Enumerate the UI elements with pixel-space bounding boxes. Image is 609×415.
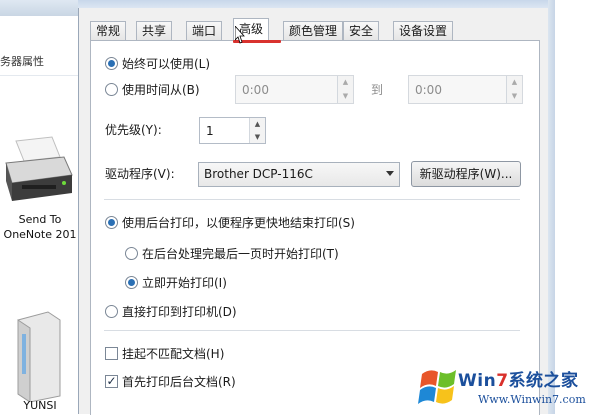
new-driver-button[interactable]: 新驱动程序(W)...: [411, 161, 521, 187]
start-after-last-page-radio[interactable]: [125, 247, 138, 260]
to-time-up-icon[interactable]: ▲: [507, 76, 522, 91]
background-breadcrumb: 务器属性: [0, 55, 44, 68]
priority-up-icon[interactable]: ▲: [250, 118, 265, 132]
print-direct-radio[interactable]: [105, 305, 118, 318]
always-available-option[interactable]: 始终可以使用(L): [105, 56, 210, 72]
start-after-last-page-label: 在后台处理完最后一页时开始打印(T): [142, 247, 339, 261]
watermark-brand: Win7系统之家: [458, 366, 579, 391]
to-time-field[interactable]: 0:00 ▲ ▼: [408, 75, 523, 104]
start-after-last-page-option[interactable]: 在后台处理完最后一页时开始打印(T): [125, 246, 339, 262]
watermark-brand-number: 7: [496, 371, 509, 391]
hold-mismatched-checkbox[interactable]: [105, 347, 118, 360]
hold-mismatched-label: 挂起不匹配文档(H): [122, 347, 225, 361]
to-time-text: 0:00: [415, 82, 442, 97]
background-titlebar: [0, 0, 78, 16]
always-available-radio[interactable]: [105, 57, 118, 70]
priority-down-icon[interactable]: ▼: [250, 130, 265, 143]
print-direct-label: 直接打印到打印机(D): [122, 305, 237, 319]
tab-device-settings[interactable]: 设备设置: [393, 21, 454, 40]
priority-label: 优先级(Y):: [105, 123, 162, 137]
available-from-radio[interactable]: [105, 83, 118, 96]
background-window: 务器属性 Send To OneNote 201 YUNSI: [0, 0, 78, 414]
checkmark-icon: ✓: [106, 374, 117, 388]
tab-general[interactable]: 常规: [90, 21, 127, 40]
dialog-frame-top: [78, 0, 554, 8]
from-time-text: 0:00: [242, 82, 269, 97]
mouse-cursor-icon: [235, 26, 245, 44]
priority-spinner[interactable]: 1 ▲ ▼: [199, 117, 266, 144]
from-time-field[interactable]: 0:00 ▲ ▼: [235, 75, 354, 104]
watermark-brand-prefix: Win: [458, 371, 497, 391]
spool-radio[interactable]: [105, 216, 118, 229]
print-spooled-first-checkbox[interactable]: ✓: [105, 374, 118, 388]
driver-selected-value: Brother DCP-116C: [204, 167, 313, 181]
hold-mismatched-option[interactable]: 挂起不匹配文档(H): [105, 346, 224, 362]
start-immediately-label: 立即开始打印(I): [142, 276, 227, 290]
from-time-spin-buttons: ▲ ▼: [337, 76, 353, 103]
from-time-up-icon[interactable]: ▲: [338, 76, 353, 91]
priority-value: 1: [206, 123, 214, 138]
available-from-label: 使用时间从(B): [122, 83, 200, 97]
spool-label: 使用后台打印，以便程序更快地结束打印(S): [122, 216, 355, 230]
section-divider: [104, 199, 520, 200]
watermark-url: Www.Winwin7.com: [478, 393, 586, 406]
device-label-send-to-onenote: Send To OneNote 201: [0, 212, 80, 242]
desktop-background: [555, 0, 609, 414]
section-divider-2: [104, 330, 520, 331]
start-immediately-radio[interactable]: [125, 276, 138, 289]
available-from-option[interactable]: 使用时间从(B): [105, 82, 200, 98]
tab-color-management[interactable]: 颜色管理: [283, 21, 344, 40]
printer-icon[interactable]: [2, 135, 74, 205]
from-time-down-icon[interactable]: ▼: [338, 89, 353, 103]
start-immediately-option[interactable]: 立即开始打印(I): [125, 275, 227, 291]
always-available-label: 始终可以使用(L): [122, 57, 211, 71]
device-label-line1: Send To: [18, 213, 62, 226]
storage-device-icon[interactable]: [8, 310, 68, 402]
background-divider: [0, 75, 78, 76]
driver-select[interactable]: Brother DCP-116C: [198, 162, 400, 187]
dialog-frame-right: [548, 0, 555, 414]
tab-sharing[interactable]: 共享: [136, 21, 173, 40]
tab-ports[interactable]: 端口: [186, 21, 223, 40]
device-label-yunsi: YUNSI: [23, 399, 57, 412]
to-time-down-icon[interactable]: ▼: [507, 89, 522, 103]
print-spooled-first-label: 首先打印后台文档(R): [122, 375, 236, 389]
spool-option[interactable]: 使用后台打印，以便程序更快地结束打印(S): [105, 215, 355, 231]
driver-label: 驱动程序(V):: [105, 167, 175, 181]
device-label-line2: OneNote 201: [3, 228, 77, 241]
print-direct-option[interactable]: 直接打印到打印机(D): [105, 304, 237, 320]
to-label: 到: [371, 83, 384, 97]
to-time-spin-buttons: ▲ ▼: [506, 76, 522, 103]
tab-security[interactable]: 安全: [343, 21, 380, 40]
priority-spin-buttons: ▲ ▼: [249, 118, 265, 143]
chevron-down-icon[interactable]: [386, 171, 394, 176]
print-spooled-first-option[interactable]: ✓ 首先打印后台文档(R): [105, 374, 236, 390]
watermark-brand-suffix: 系统之家: [508, 371, 579, 391]
